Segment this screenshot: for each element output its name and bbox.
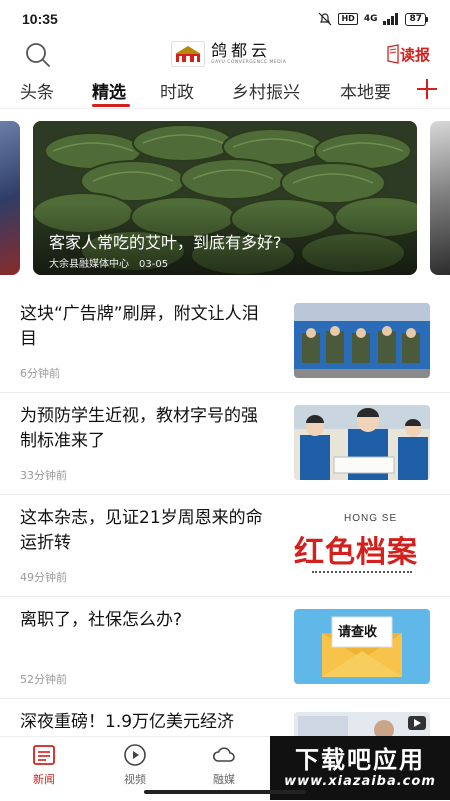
hd-badge: HD — [338, 13, 358, 25]
watermark-sub: www.xiazaiba.com — [284, 774, 436, 789]
news-thumbnail[interactable] — [294, 405, 430, 480]
search-icon[interactable] — [24, 41, 52, 69]
carousel-prev-image[interactable] — [0, 121, 20, 275]
news-title[interactable]: 这本杂志，见证21岁周恩来的命运折转 — [20, 506, 272, 556]
banner-date: 03-05 — [139, 259, 169, 270]
nav-video-label: 视频 — [124, 773, 146, 786]
watermark-main: 下载吧应用 — [295, 746, 425, 774]
read-paper-label: 读报 — [399, 45, 430, 64]
play-icon — [124, 744, 146, 766]
banner-source: 大余县融媒体中心 — [49, 259, 129, 270]
status-icons: HD 4G 87 — [318, 11, 428, 27]
news-title[interactable]: 为预防学生近视，教材字号的强制标准来了 — [20, 404, 272, 454]
featured-carousel[interactable]: 客家人常吃的艾叶，到底有多好? 大余县融媒体中心 03-05 — [0, 121, 450, 277]
news-item[interactable]: 深夜重磅！1.9万亿美元经济 — [0, 698, 450, 738]
red-archive-image: HONG SE 红色档案 — [294, 507, 430, 582]
news-item[interactable]: 为预防学生近视，教材字号的强制标准来了 33分钟前 — [0, 392, 450, 495]
signal-icon — [383, 13, 399, 25]
news-time: 52分钟前 — [20, 673, 67, 686]
news-time: 49分钟前 — [20, 571, 67, 584]
battery-level: 87 — [405, 12, 426, 26]
logo-subtitle: GAYU CONVERGENCE MEDIA — [211, 60, 287, 65]
carousel-next-image[interactable] — [430, 121, 450, 275]
read-paper-button[interactable]: 读报 — [386, 42, 430, 66]
tab-local[interactable]: 本地要 — [340, 78, 391, 103]
nav-media[interactable]: 融媒 — [194, 743, 254, 791]
news-title[interactable]: 这块“广告牌”刷屏，附文让人泪目 — [20, 302, 272, 352]
news-title[interactable]: 深夜重磅！1.9万亿美元经济 — [20, 710, 280, 735]
newspaper-icon — [387, 44, 399, 64]
news-thumbnail[interactable]: 请查收 — [294, 609, 430, 684]
news-thumbnail[interactable] — [294, 712, 430, 738]
news-item[interactable]: 这块“广告牌”刷屏，附文让人泪目 6分钟前 — [0, 290, 450, 393]
channel-tabs: 头条 精选 时政 乡村振兴 本地要 — [0, 72, 450, 109]
news-thumbnail[interactable] — [294, 303, 430, 378]
cloud-icon — [212, 747, 235, 762]
carousel-main-slide[interactable]: 客家人常吃的艾叶，到底有多好? 大余县融媒体中心 03-05 — [33, 121, 417, 275]
tab-headline[interactable]: 头条 — [20, 78, 54, 103]
list-icon — [33, 745, 55, 765]
nav-news-label: 新闻 — [33, 773, 55, 786]
tab-rural-revitalization[interactable]: 乡村振兴 — [232, 78, 300, 103]
mute-icon — [319, 12, 332, 26]
thumb-caption-main: 红色档案 — [294, 535, 418, 570]
students-reading-image — [294, 405, 430, 480]
app-logo: 鸽都云 GAYU CONVERGENCE MEDIA — [171, 39, 287, 69]
news-time: 33分钟前 — [20, 469, 67, 482]
news-title[interactable]: 离职了，社保怎么办? — [20, 608, 272, 633]
network-label: 4G — [363, 14, 378, 24]
nav-media-label: 融媒 — [213, 773, 235, 786]
home-indicator[interactable] — [144, 790, 306, 794]
banner-meta: 大余县融媒体中心 03-05 — [49, 255, 168, 270]
billboard-image — [294, 303, 430, 378]
news-item[interactable]: 这本杂志，见证21岁周恩来的命运折转 49分钟前 HONG SE 红色档案 — [0, 494, 450, 597]
banner-title[interactable]: 客家人常吃的艾叶，到底有多好? — [49, 229, 282, 253]
battery-icon: 87 — [405, 12, 428, 26]
status-bar: 10:35 HD 4G 87 — [0, 0, 450, 38]
app-header: 鸽都云 GAYU CONVERGENCE MEDIA 读报 — [0, 38, 450, 72]
tab-featured[interactable]: 精选 — [92, 78, 126, 103]
thumb-caption-top: HONG SE — [344, 513, 398, 524]
logo-text: 鸽都云 — [211, 41, 272, 60]
add-channel-icon[interactable] — [414, 76, 440, 102]
status-time: 10:35 — [22, 11, 58, 27]
thumb-label: 请查收 — [338, 625, 378, 640]
nav-video[interactable]: 视频 — [105, 743, 165, 791]
news-thumbnail[interactable]: HONG SE 红色档案 — [294, 507, 430, 582]
tab-politics[interactable]: 时政 — [160, 78, 194, 103]
news-time: 6分钟前 — [20, 367, 60, 380]
active-tab-indicator — [92, 104, 130, 107]
logo-emblem-icon — [171, 41, 205, 67]
news-item[interactable]: 离职了，社保怎么办? 52分钟前 请查收 — [0, 596, 450, 699]
video-thumbnail-image — [294, 712, 430, 738]
nav-news[interactable]: 新闻 — [14, 743, 74, 791]
